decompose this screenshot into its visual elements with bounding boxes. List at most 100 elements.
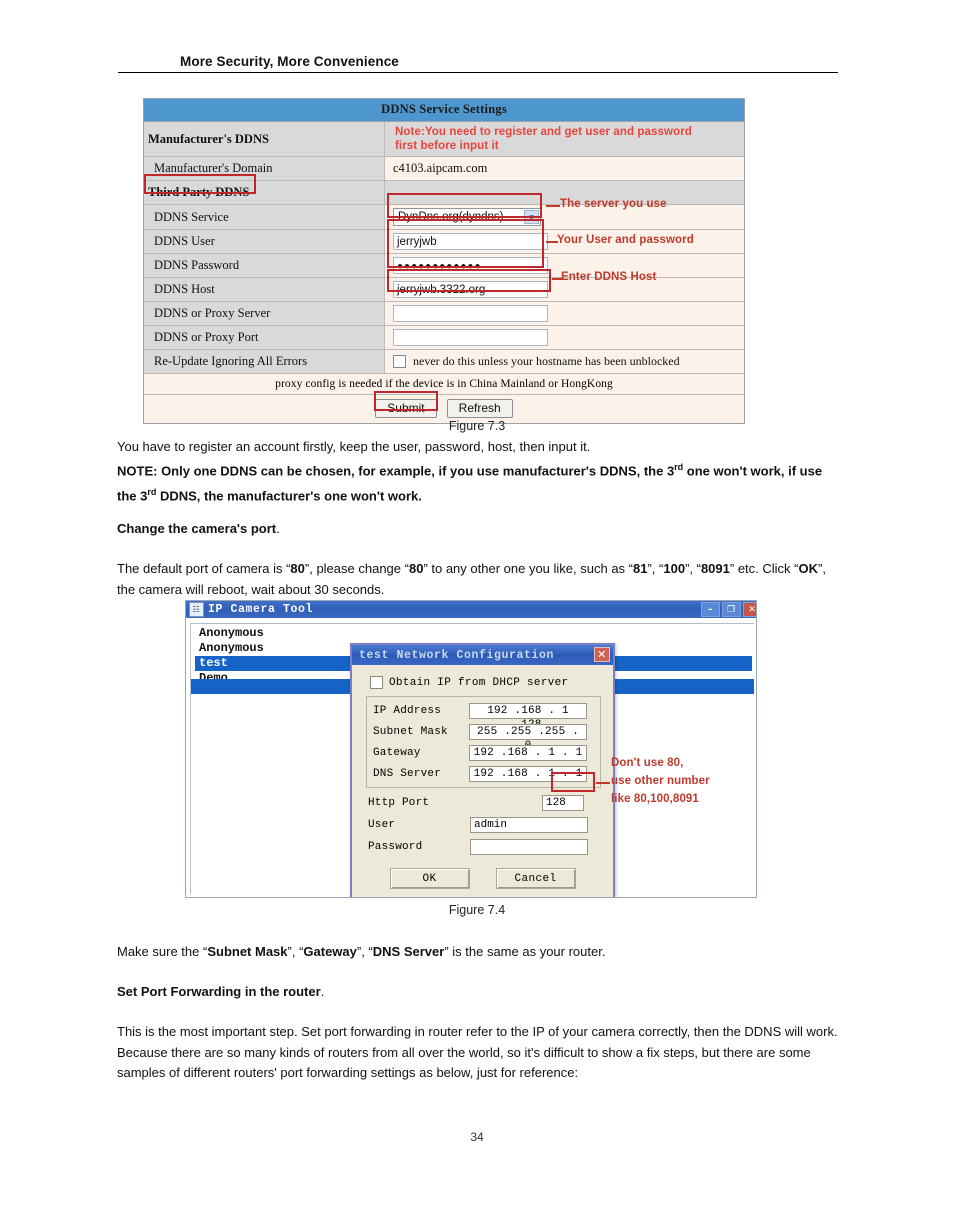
paragraph-register-account-text: You have to register an account firstly,… — [117, 439, 591, 454]
row-label-ddns-password: DDNS Password — [144, 254, 385, 277]
http-port-input[interactable]: 128 — [542, 795, 584, 811]
annotation-user-and-password: Your User and password — [557, 234, 694, 246]
ddns-proxy-port-cell — [385, 326, 744, 349]
p3-c: ”, “ — [356, 944, 373, 959]
row-label-ddns-host: DDNS Host — [144, 278, 385, 301]
ddns-proxy-port-input[interactable] — [393, 329, 548, 346]
submit-button[interactable]: Submit — [375, 399, 437, 418]
ip-camera-tool-titlebar[interactable]: ☷ IP Camera Tool – ❐ ✕ — [186, 601, 756, 618]
network-config-title: test Network Configuration — [359, 648, 555, 662]
row-label-ddns-service: DDNS Service — [144, 205, 385, 229]
gateway-input[interactable]: 192 .168 . 1 . 1 — [469, 745, 587, 761]
annotation-dont-use-80-line2: use other number — [611, 775, 710, 787]
field-row: Gateway 192 .168 . 1 . 1 — [373, 745, 594, 761]
row-label-manufacturers-domain: Manufacturer's Domain — [144, 157, 385, 180]
note-sup-b: rd — [147, 486, 157, 497]
ddns-host-input[interactable]: jerryjwb.3322.org — [393, 281, 548, 298]
label-password: Password — [368, 841, 423, 853]
p3-a: Make sure the “ — [117, 944, 208, 959]
p2-e: ”, “ — [685, 561, 701, 576]
p3-d: ” is the same as your router. — [444, 944, 606, 959]
field-row: DNS Server 192 .168 . 1 . 1 — [373, 766, 594, 782]
network-config-body: Obtain IP from DHCP server IP Address 19… — [352, 665, 613, 889]
list-item[interactable]: Anonymous — [197, 626, 754, 641]
password-input[interactable] — [470, 839, 588, 855]
cancel-button[interactable]: Cancel — [495, 868, 576, 889]
ip-address-input[interactable]: 192 .168 . 1 .128 — [469, 703, 587, 731]
label-subnet-mask: Subnet Mask — [373, 726, 448, 738]
ddns-proxy-server-input[interactable] — [393, 305, 548, 322]
p3-bold-subnet-mask: Subnet Mask — [207, 944, 288, 959]
close-icon[interactable]: ✕ — [594, 647, 610, 662]
annotation-server-you-use: The server you use — [560, 198, 667, 210]
ddns-service-settings-panel: DDNS Service Settings Manufacturer's DDN… — [143, 98, 745, 424]
manufacturer-note-line1: Note:You need to register and get user a… — [395, 126, 692, 138]
manufacturer-note-cell: Note:You need to register and get user a… — [385, 122, 744, 156]
row-label-third-party-ddns: Third Party DDNS — [144, 181, 385, 204]
p2-f: ” etc. Click “ — [729, 561, 799, 576]
reupdate-cell: never do this unless your hostname has b… — [385, 350, 744, 373]
p3-bold-gateway: Gateway — [303, 944, 357, 959]
p2-bold-100: 100 — [663, 561, 686, 576]
http-port-row: Http Port 128 — [368, 795, 601, 811]
user-input[interactable]: admin — [470, 817, 588, 833]
note-prefix: NOTE: — [117, 463, 158, 479]
p2-bold-81: 81 — [633, 561, 648, 576]
p2-c: ” to any other one you like, such as “ — [423, 561, 633, 576]
window-controls: – ❐ ✕ — [701, 602, 756, 617]
ddns-user-input[interactable]: jerryjwb — [393, 233, 548, 250]
p3-b: ”, “ — [287, 944, 304, 959]
label-user: User — [368, 819, 396, 831]
paragraph-most-important-step: This is the most important step. Set por… — [117, 1022, 840, 1084]
minimize-icon[interactable]: – — [701, 602, 720, 617]
p2-b: ”, please change “ — [304, 561, 409, 576]
user-row: User admin — [368, 817, 601, 833]
ip-camera-tool-title: IP Camera Tool — [208, 603, 314, 616]
header-title: More Security, More Convenience — [180, 54, 399, 69]
label-ip-address: IP Address — [373, 705, 442, 717]
header-rule — [118, 72, 838, 73]
password-row: Password — [368, 839, 601, 855]
p2-bold-80a: 80 — [290, 561, 305, 576]
annotation-enter-ddns-host: Enter DDNS Host — [561, 271, 657, 283]
heading-set-port-forwarding-text: Set Port Forwarding in the router — [117, 984, 321, 999]
p2-bold-80b: 80 — [408, 561, 424, 576]
close-icon[interactable]: ✕ — [743, 602, 756, 617]
manufacturers-domain-value: c4103.aipcam.com — [385, 157, 744, 180]
row-label-reupdate-ignoring-errors: Re-Update Ignoring All Errors — [144, 350, 385, 373]
label-gateway: Gateway — [373, 747, 421, 759]
p2-bold-8091: 8091 — [700, 561, 730, 576]
p2-a: The default port of camera is “ — [117, 561, 291, 576]
maximize-icon[interactable]: ❐ — [722, 602, 741, 617]
heading-change-camera-port-period: . — [276, 521, 280, 536]
row-label-ddns-proxy-server: DDNS or Proxy Server — [144, 302, 385, 325]
figure-73-caption: Figure 7.3 — [448, 419, 506, 433]
paragraph-note-ddns: NOTE: Only one DDNS can be chosen, for e… — [117, 457, 840, 507]
field-row: IP Address 192 .168 . 1 .128 — [373, 703, 594, 731]
ip-settings-group: IP Address 192 .168 . 1 .128 Subnet Mask… — [366, 696, 601, 788]
ok-button[interactable]: OK — [389, 868, 470, 889]
ddns-panel-title: DDNS Service Settings — [144, 99, 744, 122]
subnet-mask-input[interactable]: 255 .255 .255 . 0 — [469, 724, 587, 752]
leader-line-server — [546, 205, 560, 207]
dns-server-input[interactable]: 192 .168 . 1 . 1 — [469, 766, 587, 782]
ip-camera-tool-window: ☷ IP Camera Tool – ❐ ✕ Anonymous Anonymo… — [185, 600, 757, 898]
ddns-service-select[interactable]: DynDns.org(dyndns) ▼ — [393, 208, 541, 226]
label-dns-server: DNS Server — [373, 768, 442, 780]
p2-d: ”, “ — [647, 561, 664, 576]
ddns-password-input[interactable]: ●●●●●●●●●●●● — [393, 257, 548, 274]
reupdate-checkbox[interactable] — [393, 355, 406, 368]
network-config-titlebar[interactable]: test Network Configuration ✕ — [352, 645, 613, 665]
chevron-down-icon[interactable]: ▼ — [524, 210, 539, 224]
refresh-button[interactable]: Refresh — [446, 399, 513, 418]
dialog-button-row: OK Cancel — [362, 868, 603, 889]
manufacturer-note-line2: first before input it — [395, 140, 499, 152]
paragraph-register-account: You have to register an account firstly,… — [117, 437, 840, 458]
dhcp-checkbox[interactable] — [370, 676, 383, 689]
table-row: Manufacturer's Domain c4103.aipcam.com — [144, 157, 744, 181]
field-row: Subnet Mask 255 .255 .255 . 0 — [373, 724, 594, 752]
table-row: DDNS or Proxy Port — [144, 326, 744, 350]
page-running-header: More Security, More Convenience — [118, 54, 838, 73]
dhcp-checkbox-row[interactable]: Obtain IP from DHCP server — [370, 676, 603, 689]
app-icon: ☷ — [189, 602, 204, 617]
